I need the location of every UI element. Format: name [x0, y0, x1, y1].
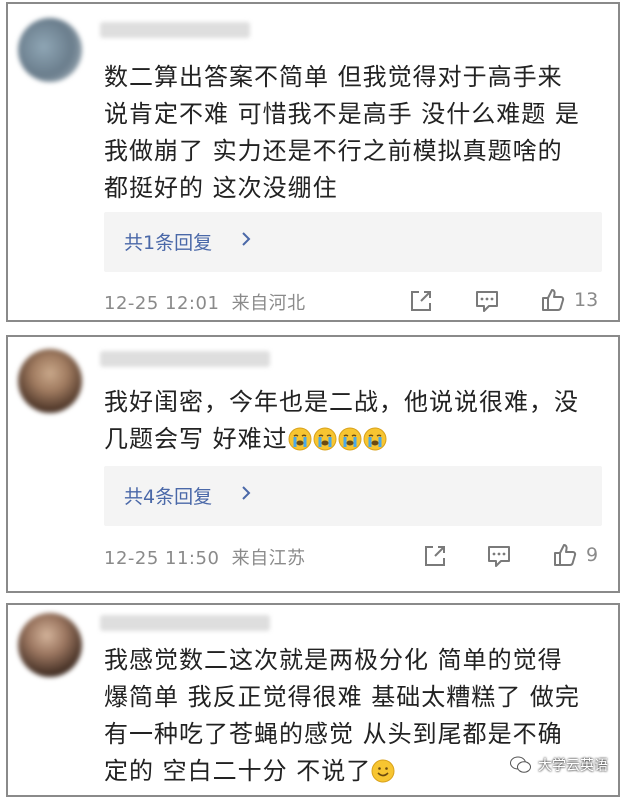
- like-count: 9: [586, 544, 599, 566]
- comment-meta: 12-25 12:01 来自河北: [104, 289, 306, 315]
- avatar[interactable]: [18, 613, 82, 677]
- view-replies-button[interactable]: 共1条回复: [104, 212, 602, 272]
- share-icon[interactable]: [408, 288, 434, 314]
- comment-card: 我好闺密，今年也是二战，他说说很难，没 几题会写 好难过 共4条回复 12-25…: [6, 335, 620, 593]
- like-count: 13: [574, 289, 599, 311]
- comment-text: 我好闺密，今年也是二战，他说说很难，没 几题会写 好难过: [104, 384, 600, 458]
- username-blurred[interactable]: [100, 615, 270, 631]
- like-icon[interactable]: [540, 287, 566, 313]
- emoji-group: [371, 757, 396, 785]
- watermark: 大学云英语: [510, 755, 608, 775]
- comment-text-content: 我感觉数二这次就是两极分化 简单的觉得 爆简单 我反正觉得很难 基础太糟糕了 做…: [104, 646, 580, 785]
- avatar[interactable]: [18, 18, 82, 82]
- timestamp: 12-25 11:50: [104, 548, 220, 569]
- watermark-text: 大学云英语: [538, 758, 608, 774]
- crying-face-emoji-icon: [288, 427, 312, 451]
- timestamp: 12-25 12:01: [104, 293, 220, 314]
- username-blurred[interactable]: [100, 22, 250, 38]
- chevron-right-icon: [242, 486, 251, 500]
- username-blurred[interactable]: [100, 351, 270, 367]
- comment-meta: 12-25 11:50 来自江苏: [104, 544, 306, 570]
- replies-label: 共1条回复: [124, 232, 213, 254]
- crying-face-emoji-icon: [313, 427, 337, 451]
- comment-card: 我感觉数二这次就是两极分化 简单的觉得 爆简单 我反正觉得很难 基础太糟糕了 做…: [6, 603, 620, 797]
- view-replies-button[interactable]: 共4条回复: [104, 466, 602, 526]
- smiling-face-emoji-icon: [371, 759, 395, 783]
- replies-label: 共4条回复: [124, 486, 213, 508]
- comment-card: 数二算出答案不简单 但我觉得对于高手来 说肯定不难 可惜我不是高手 没什么难题 …: [6, 2, 620, 322]
- crying-face-emoji-icon: [363, 427, 387, 451]
- crying-face-emoji-icon: [338, 427, 362, 451]
- location: 来自河北: [231, 293, 306, 314]
- comment-text: 数二算出答案不简单 但我觉得对于高手来 说肯定不难 可惜我不是高手 没什么难题 …: [104, 63, 580, 202]
- like-icon[interactable]: [552, 542, 578, 568]
- location: 来自江苏: [231, 548, 306, 569]
- emoji-group: [288, 425, 388, 453]
- comment-icon[interactable]: [486, 543, 512, 569]
- wechat-icon: [510, 756, 531, 773]
- avatar[interactable]: [18, 349, 82, 413]
- share-icon[interactable]: [422, 543, 448, 569]
- comment-icon[interactable]: [474, 288, 500, 314]
- chevron-right-icon: [242, 232, 251, 246]
